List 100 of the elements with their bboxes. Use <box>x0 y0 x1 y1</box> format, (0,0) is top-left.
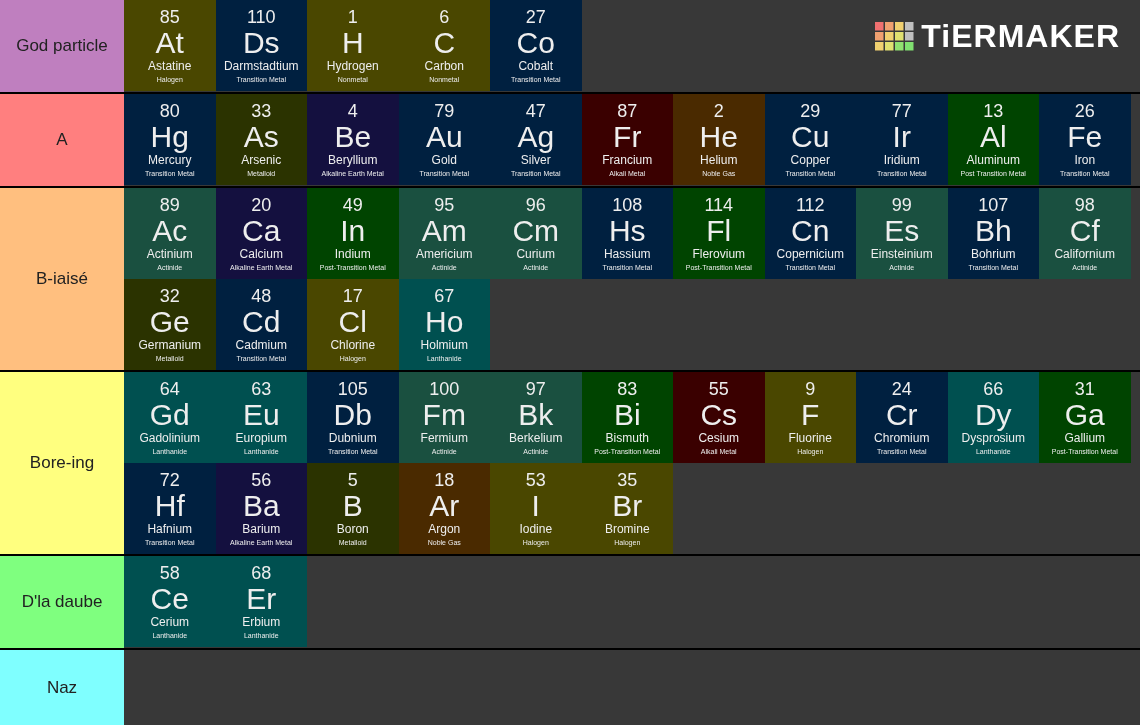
element-symbol: Cf <box>1069 215 1100 247</box>
element-symbol: Hg <box>150 121 189 153</box>
element-name: Erbium <box>242 615 281 630</box>
atomic-number: 49 <box>342 195 363 215</box>
atomic-number: 32 <box>159 286 180 306</box>
atomic-number: 72 <box>159 470 180 490</box>
atomic-number: 105 <box>337 379 368 399</box>
element-symbol: At <box>155 27 184 59</box>
element-name: Cobalt <box>518 59 554 74</box>
atomic-number: 26 <box>1074 101 1095 121</box>
atomic-number: 24 <box>891 379 912 399</box>
element-symbol: Cd <box>242 306 281 338</box>
element-symbol: Ba <box>242 490 280 522</box>
atomic-number: 112 <box>795 195 825 215</box>
element-name: Carbon <box>424 59 464 74</box>
element-name: Argon <box>428 522 461 537</box>
element-symbol: Ca <box>242 215 281 247</box>
atomic-number: 80 <box>159 101 180 121</box>
element-symbol: Be <box>334 121 372 153</box>
element-name: Iridium <box>883 153 920 168</box>
element-symbol: Co <box>516 27 555 59</box>
element-symbol: C <box>433 27 456 59</box>
element-name: Calcium <box>239 247 283 262</box>
element-symbol: Cn <box>791 215 830 247</box>
atomic-number: 110 <box>246 7 276 27</box>
atomic-number: 85 <box>159 7 180 27</box>
element-name: Helium <box>700 153 738 168</box>
atomic-number: 1 <box>347 7 358 27</box>
element-symbol: Er <box>246 583 277 615</box>
element-symbol: F <box>801 399 820 431</box>
element-name: Gallium <box>1064 431 1106 446</box>
element-symbol: Bh <box>974 215 1012 247</box>
element-name: Cesium <box>698 431 740 446</box>
element-symbol: Ir <box>892 121 911 153</box>
tier-label: A <box>0 94 124 186</box>
element-symbol: Al <box>979 121 1007 153</box>
atomic-number: 53 <box>525 470 546 490</box>
element-name: Aluminum <box>966 153 1020 168</box>
element-symbol: Cm <box>512 215 560 247</box>
tier-label: Naz <box>0 650 124 725</box>
element-name: Californium <box>1054 247 1116 262</box>
element-name: Silver <box>520 153 551 168</box>
element-symbol: Bi <box>613 399 641 431</box>
atomic-number: 33 <box>251 101 272 121</box>
element-name: Gold <box>431 153 457 168</box>
atomic-number: 58 <box>159 563 180 583</box>
atomic-number: 6 <box>439 7 450 27</box>
element-name: Chromium <box>874 431 930 446</box>
element-symbol: Dy <box>974 399 1012 431</box>
element-symbol: Ga <box>1064 399 1105 431</box>
atomic-number: 31 <box>1074 379 1095 399</box>
atomic-number: 97 <box>525 379 546 399</box>
element-symbol: B <box>342 490 363 522</box>
element-name: Fermium <box>420 431 468 446</box>
element-symbol: Fr <box>613 121 642 153</box>
element-name: Astatine <box>148 59 192 74</box>
atomic-number: 96 <box>525 195 546 215</box>
element-symbol: Hf <box>154 490 185 522</box>
element-name: Americium <box>415 247 473 262</box>
element-name: Chlorine <box>330 338 376 353</box>
atomic-number: 98 <box>1074 195 1095 215</box>
element-symbol: Fe <box>1067 121 1103 153</box>
element-symbol: Am <box>421 215 467 247</box>
element-symbol: Au <box>425 121 463 153</box>
atomic-number: 56 <box>251 470 272 490</box>
element-symbol: Es <box>884 215 920 247</box>
element-name: Copper <box>790 153 830 168</box>
element-name: Bohrium <box>970 247 1016 262</box>
element-name: Bromine <box>604 522 650 537</box>
element-name: Germanium <box>138 338 202 353</box>
element-name: Copernicium <box>776 247 844 262</box>
element-name: Actinium <box>146 247 193 262</box>
element-name: Hassium <box>603 247 651 262</box>
element-symbol: Bk <box>518 399 554 431</box>
atomic-number: 29 <box>800 101 821 121</box>
atomic-number: 5 <box>347 470 358 490</box>
element-symbol: Cl <box>338 306 367 338</box>
element-name: Cerium <box>150 615 190 630</box>
element-symbol: Cu <box>791 121 830 153</box>
element-name: Beryllium <box>328 153 378 168</box>
element-symbol: Cr <box>885 399 918 431</box>
element-name: Hafnium <box>147 522 193 537</box>
element-name: Gadolinium <box>139 431 201 446</box>
atomic-number: 17 <box>342 286 363 306</box>
tier-label: D'la daube <box>0 556 124 648</box>
atomic-number: 95 <box>434 195 455 215</box>
element-symbol: In <box>340 215 366 247</box>
element-name: Darmstadtium <box>223 59 299 74</box>
atomic-number: 47 <box>525 101 546 121</box>
atomic-number: 27 <box>525 7 546 27</box>
atomic-number: 13 <box>983 101 1004 121</box>
element-symbol: Ce <box>150 583 189 615</box>
atomic-number: 35 <box>617 470 638 490</box>
atomic-number: 64 <box>159 379 180 399</box>
grid-icon <box>875 21 916 52</box>
element-name: Dubnium <box>328 431 377 446</box>
element-name: Arsenic <box>241 153 282 168</box>
element-symbol: As <box>243 121 279 153</box>
element-symbol: I <box>531 490 540 522</box>
atomic-number: 100 <box>429 379 460 399</box>
